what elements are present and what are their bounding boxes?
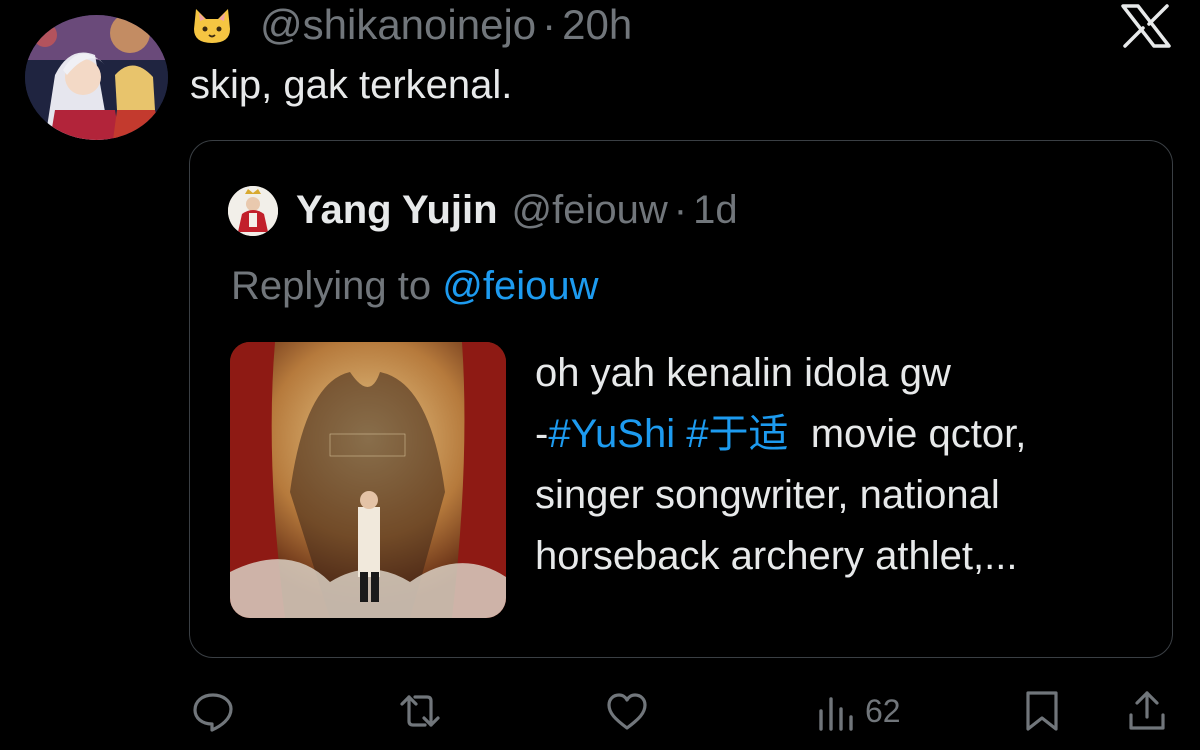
quoted-text-line: horseback archery athlet,...: [535, 534, 1018, 578]
like-icon: [607, 693, 647, 730]
replying-to-handle[interactable]: @feiouw: [442, 264, 598, 308]
quoted-text-line: -#YuShi #于适 movie qctor,: [535, 404, 1155, 465]
cat-emoji-icon: [190, 5, 234, 45]
quoted-author-avatar[interactable]: [228, 185, 278, 236]
x-logo-icon[interactable]: [1120, 4, 1172, 48]
reply-icon: [193, 693, 233, 732]
retweet-icon: [400, 695, 440, 727]
tweet-header: @shikanoinejo · 20h: [190, 0, 632, 50]
quoted-tweet-text: oh yah kenalin idola gw -#YuShi #于适 movi…: [535, 343, 1155, 587]
quoted-author-name[interactable]: Yang Yujin: [296, 188, 498, 233]
post-time[interactable]: 20h: [562, 1, 632, 49]
hashtag-link[interactable]: #于适: [686, 412, 788, 456]
quoted-post-time[interactable]: 1d: [693, 188, 738, 233]
share-icon: [1129, 691, 1165, 730]
quoted-text-prefix: -: [535, 412, 549, 456]
retweet-button[interactable]: [398, 688, 442, 734]
quoted-text-line: oh yah kenalin idola gw: [535, 351, 951, 395]
separator-dot: ·: [542, 1, 557, 48]
quoted-media-thumbnail[interactable]: [230, 342, 506, 618]
replying-label: Replying to: [231, 264, 443, 308]
share-button[interactable]: [1125, 688, 1169, 734]
quoted-text-line: singer songwriter, national: [535, 473, 1000, 517]
author-handle[interactable]: @shikanoinejo: [260, 1, 536, 49]
quoted-tweet-header: Yang Yujin @feiouw · 1d: [228, 183, 738, 238]
replying-to-line: Replying to @feiouw: [231, 264, 598, 309]
like-button[interactable]: [605, 688, 649, 734]
quoted-author-handle[interactable]: @feiouw: [512, 188, 668, 233]
author-avatar[interactable]: [25, 15, 168, 140]
bookmark-icon: [1026, 691, 1058, 731]
quoted-text-suffix: movie qctor,: [788, 412, 1027, 456]
reply-button[interactable]: [191, 688, 235, 734]
views-button[interactable]: 62: [815, 688, 901, 734]
separator-dot: ·: [673, 188, 688, 232]
tweet-text: skip, gak terkenal.: [190, 63, 513, 107]
hashtag-link[interactable]: #YuShi: [548, 412, 675, 456]
views-icon: [819, 697, 853, 731]
views-count: 62: [865, 692, 901, 729]
bookmark-button[interactable]: [1020, 688, 1064, 734]
